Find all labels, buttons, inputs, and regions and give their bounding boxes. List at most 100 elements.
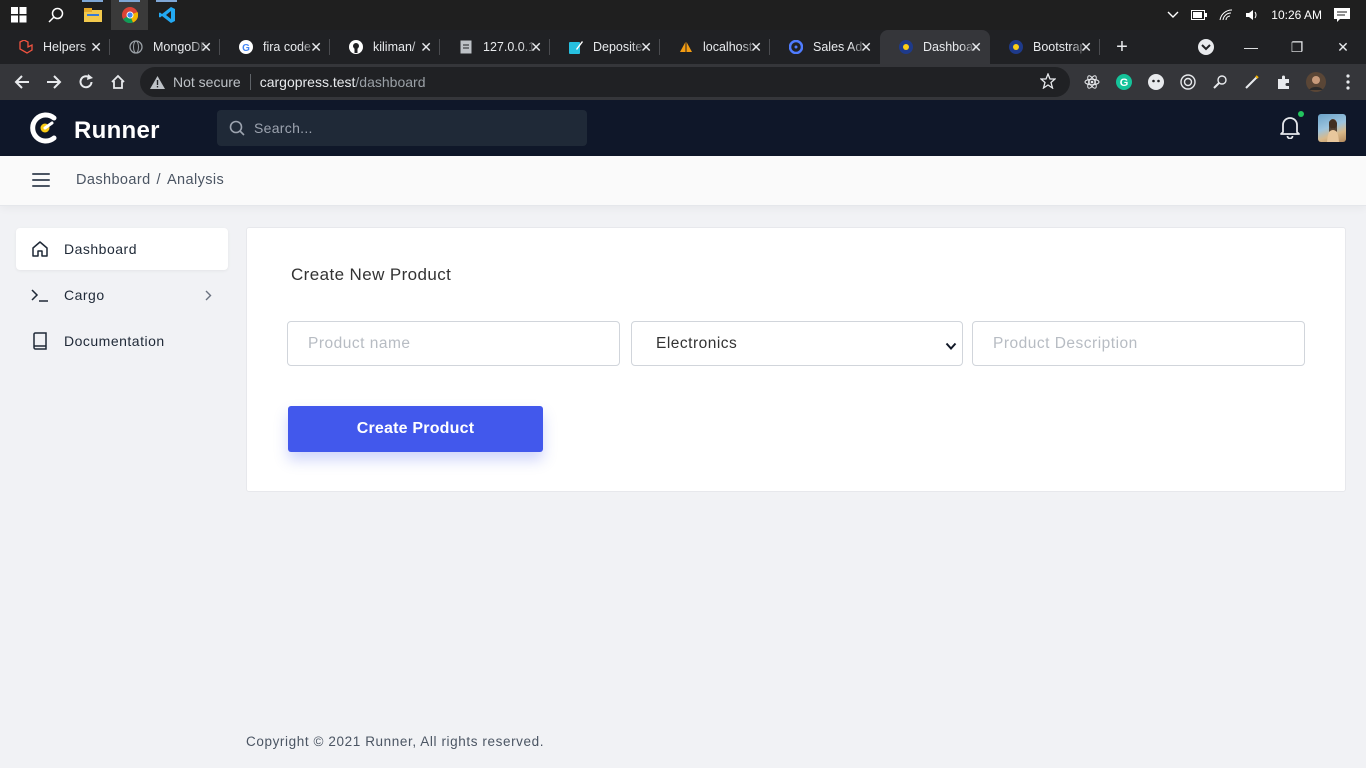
chrome-icon[interactable] (111, 0, 148, 30)
sidebar-item-dashboard[interactable]: Dashboard (16, 228, 228, 270)
edit-icon (568, 39, 584, 55)
vscode-icon[interactable] (148, 0, 185, 30)
browser-tab[interactable]: Deposite ✕ (550, 30, 660, 64)
globe-icon (128, 39, 144, 55)
wifi-icon[interactable] (1219, 9, 1233, 21)
close-icon[interactable]: ✕ (640, 39, 652, 55)
home-button-icon[interactable] (102, 64, 134, 100)
search-input[interactable] (254, 120, 554, 136)
notification-center-icon[interactable] (1334, 7, 1350, 23)
window-controls: — ❐ ✕ (1228, 30, 1366, 64)
forward-icon[interactable] (38, 64, 70, 100)
new-tab-button[interactable]: + (1104, 30, 1140, 64)
back-icon[interactable] (6, 64, 38, 100)
eyedropper-icon[interactable] (1204, 64, 1236, 100)
pen-icon[interactable] (1236, 64, 1268, 100)
search-icon (229, 120, 245, 136)
google-icon: G (238, 39, 254, 55)
extensions-puzzle-icon[interactable] (1268, 64, 1300, 100)
category-selected-value: Electronics (656, 334, 738, 352)
search-icon[interactable] (37, 0, 74, 30)
breadcrumb-item-dashboard[interactable]: Dashboard (76, 172, 151, 188)
home-icon (31, 240, 49, 258)
product-description-input[interactable] (972, 321, 1305, 366)
browser-tab[interactable]: G fira code ✕ (220, 30, 330, 64)
svg-text:G: G (242, 43, 250, 54)
tab-search-icon[interactable] (1197, 38, 1215, 61)
category-select[interactable]: Electronics (631, 321, 963, 366)
browser-tab-strip: Helpers ✕ MongoDB ✕ G fira code ✕ kilima… (0, 30, 1366, 64)
close-icon[interactable]: ✕ (200, 39, 212, 55)
sidebar-item-label: Documentation (64, 333, 165, 349)
windows-start-icon[interactable] (0, 0, 37, 30)
brand-name: Runner (74, 116, 160, 144)
browser-tab[interactable]: MongoDB ✕ (110, 30, 220, 64)
os-taskbar: 10:26 AM (0, 0, 1366, 30)
breadcrumb: Dashboard / Analysis (76, 172, 224, 188)
book-icon (31, 332, 49, 350)
create-product-card: Create New Product Electronics Create Pr… (246, 227, 1346, 492)
file-explorer-icon[interactable] (74, 0, 111, 30)
address-bar[interactable]: Not secure cargopress.test/dashboard (140, 67, 1070, 97)
extension-face-icon[interactable] (1140, 64, 1172, 100)
user-avatar[interactable] (1318, 114, 1346, 142)
restore-icon[interactable]: ❐ (1274, 39, 1320, 56)
breadcrumb-bar: Dashboard / Analysis (0, 156, 1366, 206)
url-path: /dashboard (355, 74, 426, 90)
notification-bell-icon[interactable] (1279, 111, 1304, 144)
system-tray: 10:26 AM (1167, 0, 1366, 30)
close-icon[interactable]: ✕ (310, 39, 322, 55)
browser-tab-active[interactable]: Dashboard ✕ (880, 30, 990, 64)
brand[interactable]: Runner (30, 112, 160, 149)
close-icon[interactable]: ✕ (90, 39, 102, 55)
warning-icon[interactable] (150, 75, 165, 89)
battery-icon[interactable] (1191, 10, 1208, 20)
profile-avatar-icon[interactable] (1300, 64, 1332, 100)
chevron-right-icon (205, 288, 212, 304)
browser-tab[interactable]: Helpers ✕ (0, 30, 110, 64)
reload-icon[interactable] (70, 64, 102, 100)
extensions-bar: G (1076, 64, 1364, 100)
browser-tab[interactable]: localhost ✕ (660, 30, 770, 64)
sailboat-icon (678, 39, 694, 55)
browser-tab[interactable]: Bootstrap ✕ (990, 30, 1100, 64)
runner-logo-icon (898, 39, 914, 55)
grammarly-icon[interactable]: G (1108, 64, 1140, 100)
chevron-up-icon[interactable] (1167, 11, 1179, 19)
close-window-icon[interactable]: ✕ (1320, 39, 1366, 56)
runner-logo-icon (788, 39, 804, 55)
product-name-input[interactable] (287, 321, 620, 366)
create-product-button[interactable]: Create Product (288, 406, 543, 452)
close-icon[interactable]: ✕ (1080, 39, 1092, 55)
runner-logo-icon (1008, 39, 1024, 55)
sidebar-item-label: Dashboard (64, 241, 137, 257)
footer-copyright: Copyright © 2021 Runner, All rights rese… (246, 734, 545, 749)
close-icon[interactable]: ✕ (970, 39, 982, 55)
close-icon[interactable]: ✕ (530, 39, 542, 55)
close-icon[interactable]: ✕ (860, 39, 872, 55)
sidebar-item-cargo[interactable]: Cargo (16, 274, 228, 316)
menu-dots-icon[interactable] (1332, 64, 1364, 100)
search-box[interactable] (217, 110, 587, 146)
browser-tab[interactable]: kiliman/ ✕ (330, 30, 440, 64)
close-icon[interactable]: ✕ (420, 39, 432, 55)
bookmark-star-icon[interactable] (1039, 72, 1057, 92)
security-label[interactable]: Not secure (173, 74, 241, 90)
breadcrumb-separator: / (156, 172, 161, 188)
minimize-icon[interactable]: — (1228, 39, 1274, 55)
notification-dot (1298, 111, 1304, 117)
browser-tab[interactable]: 127.0.0.1 ✕ (440, 30, 550, 64)
breadcrumb-item-analysis: Analysis (166, 172, 225, 188)
github-icon (348, 39, 364, 55)
sidebar: Dashboard Cargo Documentation (16, 228, 228, 366)
clock[interactable]: 10:26 AM (1271, 8, 1322, 22)
browser-tab[interactable]: Sales Ad ✕ (770, 30, 880, 64)
volume-icon[interactable] (1245, 9, 1259, 21)
app-header: Runner (0, 100, 1366, 156)
sidebar-item-documentation[interactable]: Documentation (16, 320, 228, 362)
close-icon[interactable]: ✕ (750, 39, 762, 55)
react-devtools-icon[interactable] (1076, 64, 1108, 100)
target-icon[interactable] (1172, 64, 1204, 100)
svg-text:G: G (1120, 77, 1129, 89)
hamburger-menu-icon[interactable] (32, 173, 50, 189)
